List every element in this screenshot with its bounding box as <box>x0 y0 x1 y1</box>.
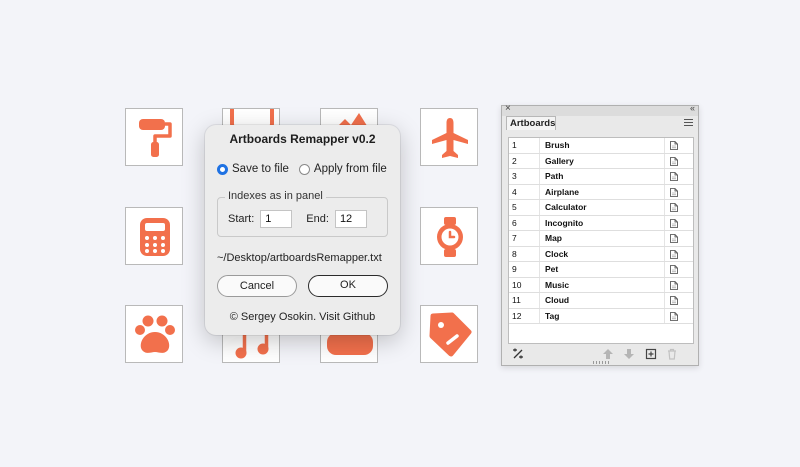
save-to-file-label[interactable]: Save to file <box>232 163 289 175</box>
artboard-options-icon[interactable] <box>670 280 678 290</box>
artboard-name[interactable]: Map <box>545 233 562 243</box>
artboards-panel: × ‹‹ Artboards 1 Brush 2 Gallery 3 Path 4 Airpl… <box>501 103 699 366</box>
artboard-row[interactable]: 10 Music <box>509 277 693 293</box>
artboard-options-icon[interactable] <box>670 265 678 274</box>
dialog-title: Artboards Remapper v0.2 <box>229 132 376 146</box>
artboard-options-icon[interactable] <box>670 218 678 228</box>
artboard-index: 5 <box>512 202 517 212</box>
artboard-options-icon[interactable] <box>670 234 678 243</box>
artboard-row[interactable]: 4 Airplane <box>509 184 693 200</box>
artboard-name[interactable]: Gallery <box>545 156 574 166</box>
artboard-name[interactable]: Incognito <box>545 218 583 228</box>
start-input[interactable] <box>260 210 293 228</box>
artboard-row[interactable]: 5 Calculator <box>509 200 693 216</box>
artboard-options-icon[interactable] <box>670 187 678 197</box>
apply-from-file-radio[interactable] <box>298 163 310 175</box>
artboard-index: 2 <box>512 155 517 166</box>
indexes-group: Indexes as in panel Start: End: <box>217 190 388 237</box>
artboard-row[interactable]: 2 Gallery <box>509 153 693 169</box>
credit-link[interactable]: © Sergey Osokin. Visit Github <box>205 311 400 323</box>
artboard-index: 9 <box>512 264 517 274</box>
artboard-options-icon[interactable] <box>670 203 678 212</box>
artboard-name[interactable]: Calculator <box>545 202 587 212</box>
panel-title-bar: × ‹‹ <box>502 103 698 116</box>
calculator-icon <box>140 218 170 256</box>
end-input[interactable] <box>334 210 367 228</box>
artboard-tile-calculator <box>125 207 183 265</box>
artboard-row[interactable]: 11 Cloud <box>509 293 693 309</box>
panel-close-icon[interactable]: × <box>505 103 511 114</box>
apply-from-file-label[interactable]: Apply from file <box>314 163 387 175</box>
artboard-tile-pet <box>125 305 183 363</box>
file-path: ~/Desktop/artboardsRemapper.txt <box>217 252 382 264</box>
artboard-name[interactable]: Airplane <box>545 187 579 197</box>
artboard-row[interactable]: 12 Tag <box>509 308 693 324</box>
artboard-options-icon[interactable] <box>670 141 678 150</box>
delete-artboard-icon[interactable] <box>666 348 678 360</box>
artboard-name[interactable]: Pet <box>545 264 558 274</box>
artboard-index: 7 <box>512 233 517 243</box>
artboard-options-icon[interactable] <box>670 296 678 305</box>
artboard-index: 3 <box>512 171 517 181</box>
paint-roller-icon <box>139 119 172 157</box>
panel-resize-grip[interactable] <box>593 361 609 364</box>
artboard-options-icon[interactable] <box>670 249 678 259</box>
artboard-index: 10 <box>512 279 522 290</box>
artboard-tile-clock <box>420 207 478 265</box>
artboard-row[interactable]: 7 Map <box>509 231 693 247</box>
mode-radio-group: Save to file Apply from file <box>217 163 397 175</box>
panel-collapse-icon[interactable]: ‹‹ <box>690 103 695 113</box>
artboard-options-icon[interactable] <box>670 156 678 166</box>
end-label: End: <box>306 213 329 225</box>
new-artboard-icon[interactable] <box>645 348 657 360</box>
artboard-name[interactable]: Brush <box>545 140 570 150</box>
artboard-row[interactable]: 9 Pet <box>509 262 693 278</box>
artboard-name[interactable]: Cloud <box>545 295 569 305</box>
remapper-dialog: Artboards Remapper v0.2 Save to file App… <box>205 125 400 335</box>
artboard-name[interactable]: Music <box>545 280 569 290</box>
artboard-options-icon[interactable] <box>670 311 678 321</box>
paw-icon <box>135 315 175 353</box>
artboard-row[interactable]: 8 Clock <box>509 246 693 262</box>
start-label: Start: <box>228 213 255 225</box>
artboard-tile-airplane <box>420 108 478 166</box>
panel-menu-icon[interactable] <box>684 119 693 128</box>
move-up-icon[interactable] <box>602 348 614 360</box>
tag-icon <box>429 312 472 357</box>
clock-icon <box>437 217 463 257</box>
indexes-group-label: Indexes as in panel <box>225 190 326 202</box>
rearrange-icon[interactable] <box>512 348 524 360</box>
artboard-list: 1 Brush 2 Gallery 3 Path 4 Airplane 5 Calculator 6… <box>508 137 694 344</box>
index-fields: Start: End: <box>228 210 381 228</box>
artboard-index: 11 <box>512 295 521 305</box>
artboard-index: 8 <box>512 248 517 259</box>
artboard-name[interactable]: Tag <box>545 311 559 321</box>
artboard-index: 4 <box>512 186 517 197</box>
artboard-name[interactable]: Clock <box>545 249 568 259</box>
artboard-row[interactable]: 1 Brush <box>509 138 693 154</box>
save-to-file-radio[interactable] <box>217 163 228 175</box>
artboard-row[interactable]: 3 Path <box>509 169 693 185</box>
artboard-tile-tag <box>420 305 478 363</box>
artboard-row[interactable]: 6 Incognito <box>509 215 693 231</box>
tab-artboards[interactable]: Artboards <box>506 116 556 130</box>
move-down-icon[interactable] <box>623 348 635 360</box>
artboard-index: 1 <box>512 140 517 150</box>
ok-button[interactable]: OK <box>308 275 388 297</box>
cancel-button[interactable]: Cancel <box>217 275 297 297</box>
artboard-options-icon[interactable] <box>670 172 678 181</box>
artboard-index: 12 <box>512 310 522 321</box>
airplane-icon <box>432 118 468 158</box>
artboard-index: 6 <box>512 217 517 228</box>
artboard-tile-brush <box>125 108 183 166</box>
artboard-name[interactable]: Path <box>545 171 563 181</box>
